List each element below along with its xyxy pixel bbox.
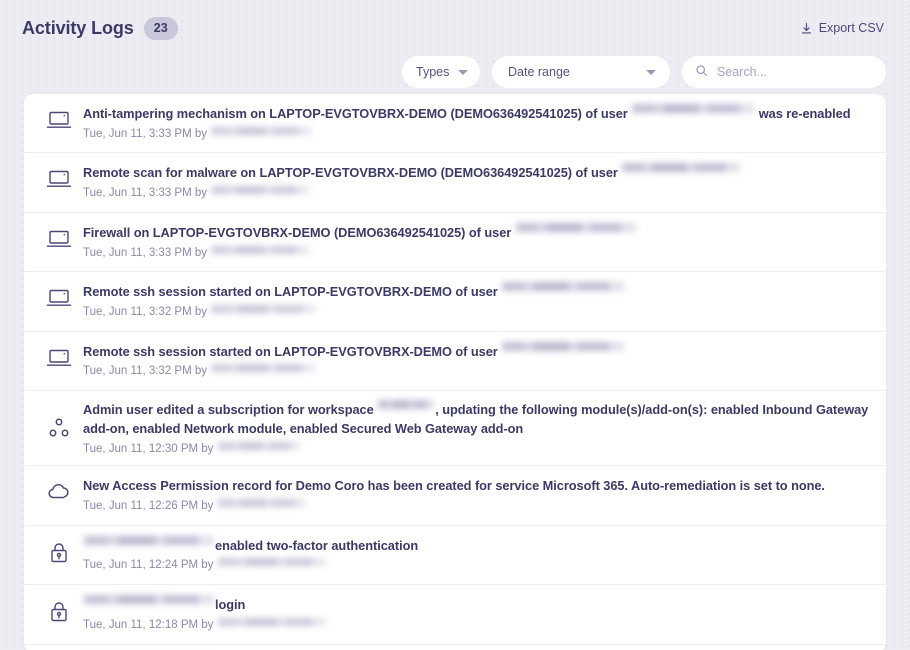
activity-log-row[interactable]: New Access Permission record for Demo Co… xyxy=(24,466,886,525)
activity-log-body: Admin user edited a subscription for wor… xyxy=(76,401,870,456)
activity-log-row[interactable]: Remote scan for malware on LAPTOP-EVGTOV… xyxy=(24,153,886,212)
download-icon xyxy=(800,22,813,35)
activity-log-body: enabled two-factor authentication Tue, Ju… xyxy=(76,537,870,573)
redacted-text xyxy=(211,364,315,372)
laptop-icon xyxy=(42,283,76,309)
activity-log-title: New Access Permission record for Demo Co… xyxy=(83,477,870,496)
cloud-icon xyxy=(42,477,76,503)
hierarchy-icon xyxy=(42,401,76,439)
chevron-down-icon xyxy=(646,70,656,75)
date-range-dropdown-label: Date range xyxy=(508,65,570,79)
redacted-text xyxy=(218,558,326,566)
activity-log-timestamp: Tue, Jun 11, 12:18 PM by xyxy=(83,618,870,633)
date-range-dropdown[interactable]: Date range xyxy=(492,56,670,88)
redacted-text xyxy=(211,127,311,135)
search-icon xyxy=(695,64,708,80)
export-csv-button[interactable]: Export CSV xyxy=(798,17,886,39)
activity-log-title: Remote ssh session started on LAPTOP-EVG… xyxy=(83,283,870,302)
activity-log-row[interactable]: Admin user edited a subscription for wor… xyxy=(24,391,886,466)
activity-log-body: login Tue, Jun 11, 12:18 PM by xyxy=(76,596,870,632)
activity-log-row[interactable]: Remote ssh session started on LAPTOP-EVG… xyxy=(24,272,886,331)
lock-icon xyxy=(42,596,76,624)
activity-log-row[interactable]: Remote ssh session started on LAPTOP-EVG… xyxy=(24,332,886,391)
redacted-text xyxy=(84,595,214,604)
activity-log-body: Anti-tampering mechanism on LAPTOP-EVGTO… xyxy=(76,105,870,141)
search-input[interactable] xyxy=(717,65,867,79)
lock-icon xyxy=(42,537,76,565)
activity-log-timestamp: Tue, Jun 11, 3:33 PM by xyxy=(83,246,870,261)
activity-log-body: Firewall on LAPTOP-EVGTOVBRX-DEMO (DEMO6… xyxy=(76,224,870,260)
redacted-text xyxy=(218,499,306,507)
activity-log-timestamp: Tue, Jun 11, 12:30 PM by xyxy=(83,442,870,457)
activity-log-row[interactable]: Anti-tampering mechanism on LAPTOP-EVGTO… xyxy=(24,94,886,153)
export-csv-label: Export CSV xyxy=(819,21,884,35)
activity-logs-card: Anti-tampering mechanism on LAPTOP-EVGTO… xyxy=(24,94,886,650)
activity-log-row[interactable]: login Tue, Jun 11, 12:18 PM by xyxy=(24,585,886,644)
redacted-text xyxy=(632,104,754,113)
chevron-down-icon xyxy=(458,70,468,75)
activity-log-row[interactable]: login failed. Reason: invalid passwordTu… xyxy=(24,645,886,650)
activity-log-timestamp: Tue, Jun 11, 3:32 PM by xyxy=(83,364,870,379)
activity-log-title: Remote ssh session started on LAPTOP-EVG… xyxy=(83,343,870,362)
activity-log-title: Admin user edited a subscription for wor… xyxy=(83,401,870,438)
page-title: Activity Logs xyxy=(22,18,134,39)
activity-log-body: Remote ssh session started on LAPTOP-EVG… xyxy=(76,343,870,379)
laptop-icon xyxy=(42,343,76,369)
filter-bar: Types Date range xyxy=(0,50,910,94)
activity-log-body: Remote scan for malware on LAPTOP-EVGTOV… xyxy=(76,164,870,200)
redacted-text xyxy=(502,282,624,291)
types-dropdown[interactable]: Types xyxy=(402,56,480,88)
activity-log-timestamp: Tue, Jun 11, 3:33 PM by xyxy=(83,186,870,201)
redacted-text xyxy=(502,342,624,351)
activity-log-row[interactable]: enabled two-factor authentication Tue, Ju… xyxy=(24,526,886,585)
laptop-icon xyxy=(42,105,76,131)
redacted-text xyxy=(211,305,315,313)
types-dropdown-label: Types xyxy=(416,65,449,79)
activity-log-title: Anti-tampering mechanism on LAPTOP-EVGTO… xyxy=(83,105,870,124)
redacted-text xyxy=(516,223,636,232)
laptop-icon xyxy=(42,164,76,190)
activity-log-body: Remote ssh session started on LAPTOP-EVG… xyxy=(76,283,870,319)
redacted-text xyxy=(211,246,309,254)
activity-log-timestamp: Tue, Jun 11, 12:26 PM by xyxy=(83,499,870,514)
activity-log-list: Anti-tampering mechanism on LAPTOP-EVGTO… xyxy=(24,94,886,650)
activity-log-timestamp: Tue, Jun 11, 3:32 PM by xyxy=(83,305,870,320)
redacted-text xyxy=(211,186,309,194)
activity-log-title: enabled two-factor authentication xyxy=(83,537,870,556)
search-box[interactable] xyxy=(682,56,886,88)
activity-log-title: Firewall on LAPTOP-EVGTOVBRX-DEMO (DEMO6… xyxy=(83,224,870,243)
activity-log-timestamp: Tue, Jun 11, 3:33 PM by xyxy=(83,127,870,142)
activity-log-title: Remote scan for malware on LAPTOP-EVGTOV… xyxy=(83,164,870,183)
activity-log-body: New Access Permission record for Demo Co… xyxy=(76,477,870,513)
page-header: Activity Logs 23 Export CSV xyxy=(0,8,910,48)
redacted-text xyxy=(218,442,300,450)
redacted-text xyxy=(622,163,740,172)
status-badge: 23 xyxy=(144,17,178,40)
redacted-text xyxy=(84,536,214,545)
laptop-icon xyxy=(42,224,76,250)
activity-log-title: login xyxy=(83,596,870,615)
redacted-text xyxy=(378,400,434,409)
activity-log-timestamp: Tue, Jun 11, 12:24 PM by xyxy=(83,558,870,573)
activity-log-row[interactable]: Firewall on LAPTOP-EVGTOVBRX-DEMO (DEMO6… xyxy=(24,213,886,272)
redacted-text xyxy=(218,618,326,626)
